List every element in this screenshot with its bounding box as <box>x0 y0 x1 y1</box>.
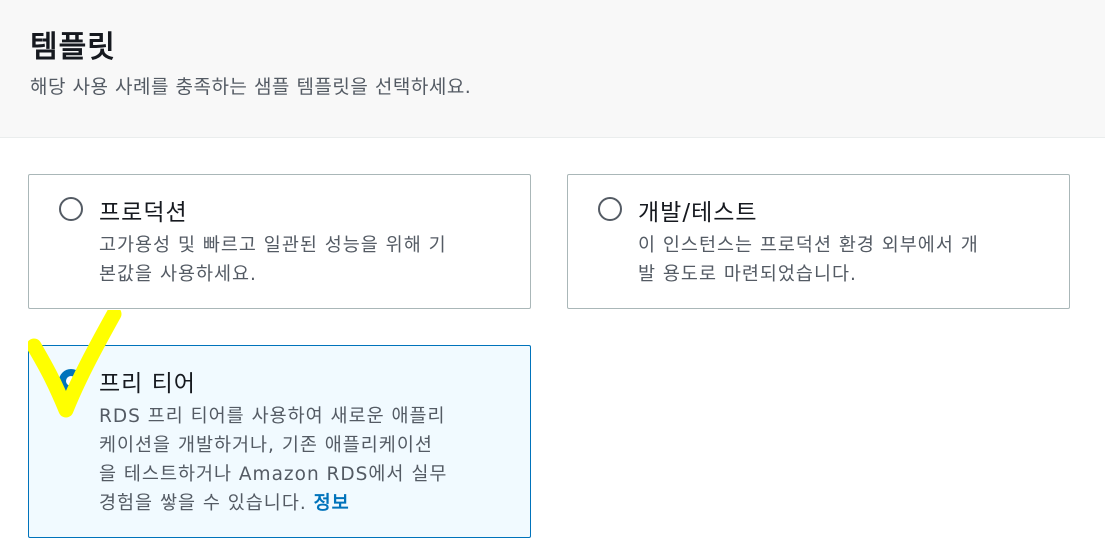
dev-test-description-line: 이 인스턴스는 프로덕션 환경 외부에서 개 <box>638 235 979 256</box>
highlight-checkmark-icon <box>28 310 122 418</box>
production-title: 프로덕션 <box>99 200 188 226</box>
free-tier-description-line: 케이션을 개발하거나, 기존 애플리케이션 <box>99 435 433 456</box>
production-description: 고가용성 및 빠르고 일관된 성능을 위해 기 본값을 사용하세요. <box>99 231 447 289</box>
free-tier-description-text: 경험을 쌓을 수 있습니다. <box>99 493 314 514</box>
section-description: 해당 사용 사례를 충족하는 샘플 템플릿을 선택하세요. <box>30 76 472 98</box>
dev-test-title: 개발/테스트 <box>638 200 758 226</box>
section-title: 템플릿 <box>30 30 116 65</box>
template-option-production[interactable]: 프로덕션 고가용성 및 빠르고 일관된 성능을 위해 기 본값을 사용하세요. <box>28 174 531 309</box>
free-tier-description: RDS 프리 티어를 사용하여 새로운 애플리 케이션을 개발하거나, 기존 애… <box>99 402 447 518</box>
info-link[interactable]: 정보 <box>314 493 350 514</box>
template-option-dev-test[interactable]: 개발/테스트 이 인스턴스는 프로덕션 환경 외부에서 개 발 용도로 마련되었… <box>567 174 1070 309</box>
dev-test-description: 이 인스턴스는 프로덕션 환경 외부에서 개 발 용도로 마련되었습니다. <box>638 231 979 289</box>
production-radio[interactable] <box>59 197 83 221</box>
free-tier-description-line: RDS 프리 티어를 사용하여 새로운 애플리 <box>99 406 446 427</box>
free-tier-description-line: 을 테스트하거나 Amazon RDS에서 실무 <box>99 464 448 485</box>
production-description-line: 고가용성 및 빠르고 일관된 성능을 위해 기 <box>99 235 447 256</box>
template-section-header: 템플릿 해당 사용 사례를 충족하는 샘플 템플릿을 선택하세요. <box>0 0 1105 138</box>
free-tier-description-line: 경험을 쌓을 수 있습니다. 정보 <box>99 489 447 518</box>
dev-test-description-line: 발 용도로 마련되었습니다. <box>638 264 857 285</box>
dev-test-radio[interactable] <box>598 197 622 221</box>
production-description-line: 본값을 사용하세요. <box>99 264 257 285</box>
